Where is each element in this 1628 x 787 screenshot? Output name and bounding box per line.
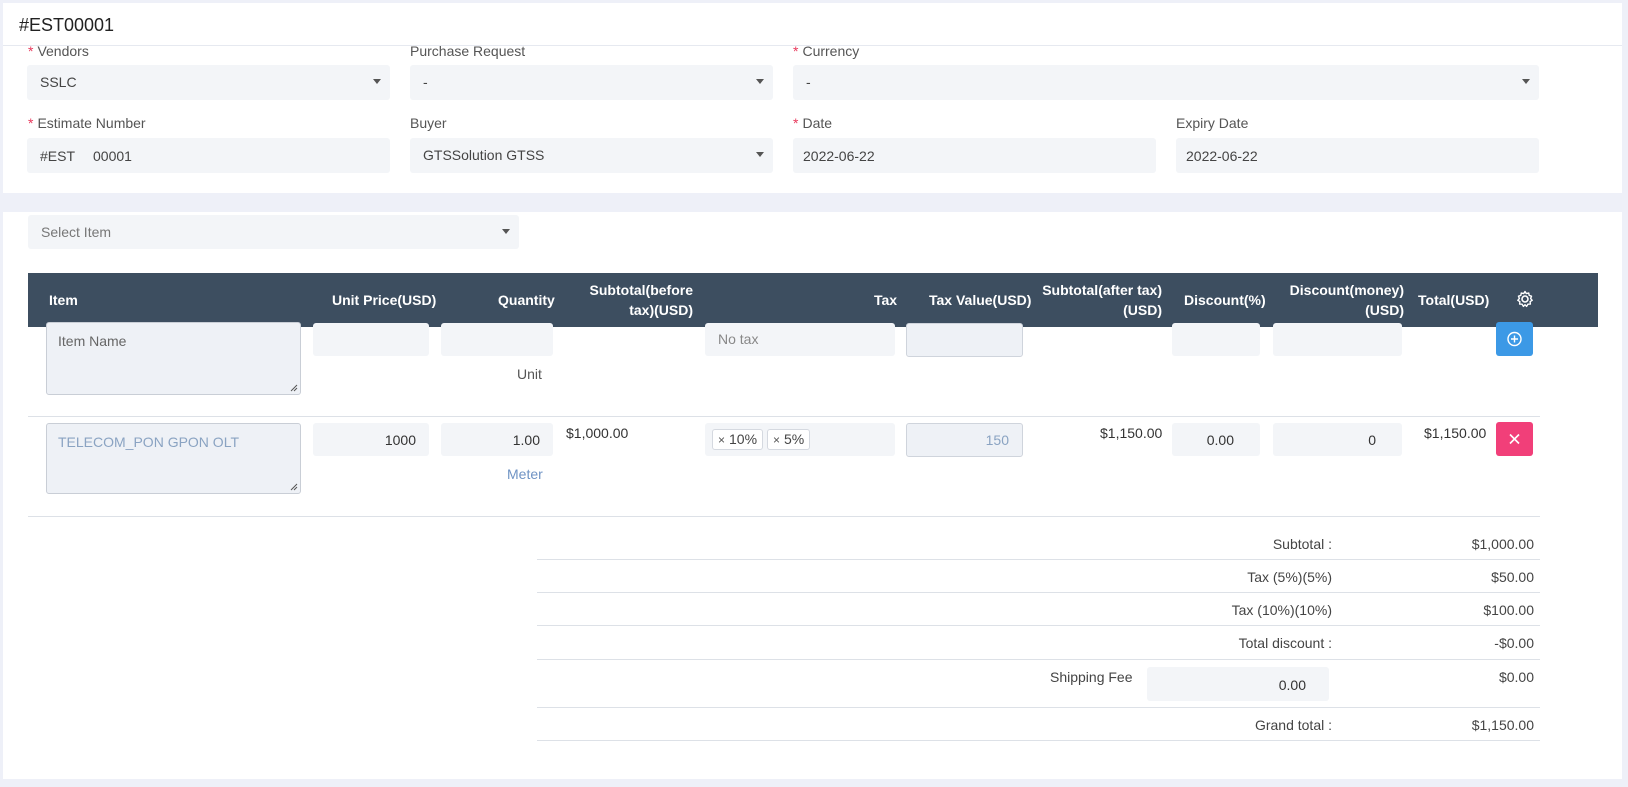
col-subtotal-after: Subtotal(after tax) (USD) <box>1042 282 1162 318</box>
divider <box>537 559 1540 560</box>
add-item-button[interactable] <box>1496 322 1533 356</box>
purchase-request-select[interactable]: - <box>410 65 773 100</box>
estimate-number-label: * Estimate Number <box>28 115 146 131</box>
tax10-value: $100.00 <box>1483 602 1534 618</box>
expiry-date-input[interactable]: 2022-06-22 <box>1176 138 1539 173</box>
close-icon <box>1509 433 1520 445</box>
gear-icon[interactable] <box>1515 289 1535 309</box>
col-discount-pct: Discount(%) <box>1184 292 1266 308</box>
items-table-header: Item Unit Price(USD) Quantity Subtotal(b… <box>28 273 1598 327</box>
caret-down-icon <box>502 229 510 234</box>
tax5-value: $50.00 <box>1491 569 1534 585</box>
estimate-title: #EST00001 <box>19 15 115 35</box>
date-label: * Date <box>793 115 833 131</box>
new-item-name-textarea[interactable]: Item Name <box>46 322 301 395</box>
shipping-fee-label: Shipping Fee <box>1050 669 1133 685</box>
items-panel: Select Item Item Unit Price(USD) Quantit… <box>3 212 1622 779</box>
subtotal-after-value: $1,150.00 <box>1100 425 1163 441</box>
divider <box>537 740 1540 741</box>
divider <box>537 592 1540 593</box>
col-tax-value: Tax Value(USD) <box>929 292 1032 308</box>
select-item-dropdown[interactable]: Select Item <box>28 215 519 249</box>
col-tax: Tax <box>874 292 898 308</box>
quantity-input[interactable]: 1.00 <box>441 423 553 456</box>
caret-down-icon <box>373 79 381 84</box>
tax-tag[interactable]: × 10% <box>712 429 764 450</box>
subtotal-before-value: $1,000.00 <box>566 425 629 441</box>
col-unit-price: Unit Price(USD) <box>332 292 437 308</box>
caret-down-icon <box>756 152 764 157</box>
col-discount-money: Discount(money) (USD) <box>1289 282 1404 318</box>
new-tax-select[interactable]: No tax <box>705 323 895 356</box>
col-subtotal-before: Subtotal(before tax)(USD) <box>589 282 693 318</box>
new-unit-price-input[interactable] <box>313 323 429 356</box>
caret-down-icon <box>1522 79 1530 84</box>
currency-label: * Currency <box>793 43 860 59</box>
vendors-label: * Vendors <box>28 43 89 59</box>
buyer-label: Buyer <box>410 115 447 131</box>
row-divider <box>28 416 1540 417</box>
discount-pct-input[interactable]: 0.00 <box>1172 423 1260 456</box>
estimate-prefix: #EST <box>40 148 76 164</box>
new-discount-pct-input[interactable] <box>1172 323 1260 356</box>
remove-tag-icon: × <box>718 433 726 447</box>
date-input[interactable]: 2022-06-22 <box>793 138 1156 173</box>
total-discount-label: Total discount : <box>1238 635 1332 651</box>
discount-money-input[interactable]: 0 <box>1273 423 1402 456</box>
col-total: Total(USD) <box>1418 292 1490 308</box>
grand-total-value: $1,150.00 <box>1471 717 1534 733</box>
resize-handle-icon[interactable] <box>290 384 298 392</box>
resize-handle-icon[interactable] <box>290 483 298 491</box>
divider <box>537 659 1540 660</box>
item-name-textarea[interactable]: TELECOM_PON GPON OLT <box>46 423 301 494</box>
col-item: Item <box>49 292 78 308</box>
estimate-header-panel: #EST00001 * Vendors Purchase Request * Cur… <box>3 3 1622 193</box>
new-tax-value-input[interactable] <box>906 323 1023 357</box>
unit-label: Meter <box>507 466 543 482</box>
divider <box>537 625 1540 626</box>
new-discount-money-input[interactable] <box>1273 323 1402 356</box>
plus-circle-icon <box>1507 331 1522 347</box>
vendors-select[interactable]: SSLC <box>27 65 390 100</box>
shipping-fee-value: $0.00 <box>1498 669 1534 685</box>
col-quantity: Quantity <box>498 292 555 308</box>
subtotal-value: $1,000.00 <box>1471 536 1534 552</box>
unit-price-input[interactable]: 1000 <box>313 423 429 456</box>
remove-tag-icon: × <box>773 433 781 447</box>
currency-select[interactable]: - <box>793 65 1539 100</box>
remove-item-button[interactable] <box>1496 422 1533 456</box>
shipping-fee-input[interactable]: 0.00 <box>1147 667 1329 701</box>
purchase-request-label: Purchase Request <box>410 43 526 59</box>
expiry-date-label: Expiry Date <box>1176 115 1249 131</box>
buyer-select[interactable]: GTSSolution GTSS <box>410 138 773 173</box>
tax-tag[interactable]: × 5% <box>767 429 811 450</box>
row-divider <box>28 516 1540 517</box>
total-discount-value: -$0.00 <box>1494 635 1534 651</box>
tax-value-input[interactable]: 150 <box>906 423 1023 457</box>
estimate-number-field[interactable]: #EST 00001 <box>27 138 390 173</box>
new-unit-label: Unit <box>517 366 542 382</box>
tax-select[interactable]: × 10% × 5% <box>705 423 895 456</box>
estimate-number-value: 00001 <box>93 148 132 164</box>
new-quantity-input[interactable] <box>441 323 553 356</box>
tax5-label: Tax (5%)(5%) <box>1247 569 1332 585</box>
grand-total-label: Grand total : <box>1254 717 1332 733</box>
total-value: $1,150.00 <box>1424 425 1487 441</box>
tax10-label: Tax (10%)(10%) <box>1231 602 1332 618</box>
caret-down-icon <box>756 79 764 84</box>
divider <box>537 707 1540 708</box>
subtotal-label: Subtotal : <box>1272 536 1332 552</box>
